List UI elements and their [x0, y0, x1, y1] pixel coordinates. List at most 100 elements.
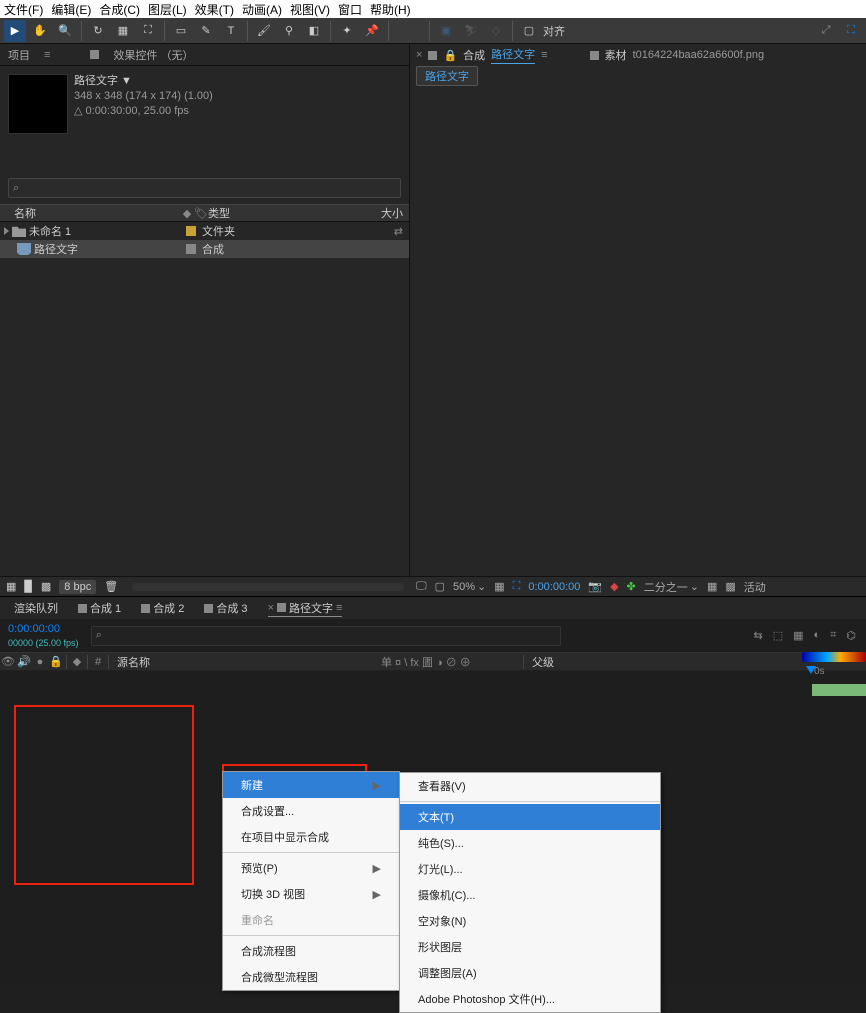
- trash-icon[interactable]: 🗑: [104, 580, 118, 593]
- grid-icon[interactable]: ▦: [707, 580, 717, 593]
- tab-comp-1[interactable]: 合成 1: [78, 600, 121, 616]
- ctx-new-camera[interactable]: 摄像机(C)...: [400, 882, 660, 908]
- project-search-input[interactable]: ⌕: [8, 178, 401, 198]
- comp-name[interactable]: 路径文字 ▼: [74, 74, 213, 89]
- project-tab[interactable]: 项目: [8, 47, 30, 63]
- ctx-new-light[interactable]: 灯光(L)...: [400, 856, 660, 882]
- snap-icon[interactable]: ▢: [518, 20, 540, 42]
- label-swatch-icon[interactable]: [186, 244, 196, 254]
- ctx-new[interactable]: 新建▶: [223, 772, 399, 798]
- frame-blend-icon[interactable]: ▦: [793, 629, 803, 642]
- graph-editor-icon[interactable]: ⌗: [830, 629, 836, 642]
- ctx-switch-3d-view[interactable]: 切换 3D 视图▶: [223, 881, 399, 907]
- viewer-comp-name[interactable]: 路径文字: [491, 46, 535, 64]
- tool-expand-icon[interactable]: ⛶: [840, 20, 862, 42]
- disclosure-icon[interactable]: [4, 227, 9, 235]
- monitor-icon[interactable]: 🖵: [416, 580, 427, 593]
- viewer-canvas[interactable]: [410, 86, 866, 576]
- zoom-tool-icon[interactable]: 🔍: [54, 20, 76, 42]
- shy-icon[interactable]: ⇆: [754, 629, 763, 642]
- eye-col-icon[interactable]: 👁: [0, 655, 16, 668]
- roto-tool-icon[interactable]: ✦: [336, 20, 358, 42]
- channel-green-icon[interactable]: ✤: [627, 580, 636, 593]
- display-icon[interactable]: ▢: [435, 580, 445, 593]
- brain-icon[interactable]: ⌬: [846, 629, 856, 642]
- timeline-timecode[interactable]: 0:00:00:0000000 (25.00 fps): [0, 622, 87, 650]
- project-row-comp[interactable]: 路径文字 合成: [0, 240, 409, 258]
- tab-comp-path[interactable]: ×路径文字≡: [268, 600, 343, 617]
- time-navigator[interactable]: [802, 652, 866, 662]
- new-comp-icon[interactable]: ▩: [41, 580, 51, 593]
- playhead-icon[interactable]: [806, 666, 816, 678]
- fx-tab[interactable]: 效果控件 （无）: [113, 47, 193, 63]
- num-col-icon[interactable]: #: [90, 656, 106, 668]
- ctx-flowchart[interactable]: 合成流程图: [223, 938, 399, 964]
- new-folder-icon[interactable]: ▉: [24, 580, 32, 593]
- roi-icon[interactable]: ⛶: [513, 580, 521, 593]
- channel-red-icon[interactable]: ◆: [610, 580, 618, 593]
- work-area-bar[interactable]: [812, 684, 866, 696]
- snapshot-icon[interactable]: 📷: [588, 580, 602, 593]
- hand-tool-icon[interactable]: ✋: [29, 20, 51, 42]
- timeline-search-input[interactable]: ⌕: [91, 626, 561, 646]
- comp-thumbnail[interactable]: [8, 74, 68, 134]
- ctx-comp-settings[interactable]: 合成设置...: [223, 798, 399, 824]
- col-label-icon[interactable]: ◆: [180, 207, 194, 220]
- brush-tool-icon[interactable]: 🖌: [253, 20, 275, 42]
- text-tool-icon[interactable]: T: [220, 20, 242, 42]
- zoom-dropdown[interactable]: 50%⌄: [453, 580, 486, 593]
- ctx-new-ps-file[interactable]: Adobe Photoshop 文件(H)...: [400, 986, 660, 1012]
- menu-effect[interactable]: 效果(T): [195, 1, 234, 18]
- rotate-tool-icon[interactable]: ↻: [87, 20, 109, 42]
- flowchart-pill[interactable]: 路径文字: [416, 66, 478, 86]
- audio-col-icon[interactable]: 🔊: [16, 655, 32, 668]
- ctx-new-shape[interactable]: 形状图层: [400, 934, 660, 960]
- ctx-mini-flowchart[interactable]: 合成微型流程图: [223, 964, 399, 990]
- menu-anim[interactable]: 动画(A): [242, 1, 282, 18]
- ctx-new-adjustment[interactable]: 调整图层(A): [400, 960, 660, 986]
- track-tool-icon[interactable]: ⛶: [137, 20, 159, 42]
- flow-icon[interactable]: ⇄: [394, 225, 409, 238]
- pin-tool-icon[interactable]: 📌: [361, 20, 383, 42]
- source-name-col[interactable]: 源名称: [111, 654, 381, 670]
- rect-tool-icon[interactable]: ▭: [170, 20, 192, 42]
- lock-icon[interactable]: 🔒: [443, 49, 457, 62]
- tab-comp-2[interactable]: 合成 2: [141, 600, 184, 616]
- eraser-tool-icon[interactable]: ◧: [303, 20, 325, 42]
- fit-icon[interactable]: ▦: [494, 580, 504, 593]
- menu-window[interactable]: 窗口: [338, 1, 362, 18]
- menu-layer[interactable]: 图层(L): [148, 1, 187, 18]
- ctx-reveal-in-project[interactable]: 在项目中显示合成: [223, 824, 399, 850]
- viewer-timecode[interactable]: 0:00:00:00: [528, 581, 580, 593]
- project-row-folder[interactable]: 未命名 1 文件夹 ⇄: [0, 222, 409, 240]
- motion-blur-icon[interactable]: ◐: [814, 629, 821, 642]
- pen-tool-icon[interactable]: ✎: [195, 20, 217, 42]
- switches-col[interactable]: 单 ¤ \ fx 圕 ◑ ⊘ ⊕: [381, 654, 521, 670]
- tab-render-queue[interactable]: 渲染队列: [14, 600, 58, 616]
- label-col-icon[interactable]: ◆: [69, 655, 85, 668]
- camera-tool-icon[interactable]: ▦: [112, 20, 134, 42]
- label-swatch-icon[interactable]: [186, 226, 196, 236]
- col-type[interactable]: 类型: [208, 205, 369, 221]
- tool-fit-icon[interactable]: ⤢: [815, 20, 837, 42]
- parent-col[interactable]: 父级: [526, 654, 554, 670]
- close-tab-icon[interactable]: ×: [416, 49, 422, 61]
- ctx-new-viewer[interactable]: 查看器(V): [400, 773, 660, 799]
- viewer-footage-name[interactable]: t0164224baa62a6600f.png: [633, 49, 765, 61]
- selection-tool-icon[interactable]: ▶: [4, 20, 26, 42]
- guides-icon[interactable]: ▩: [725, 580, 735, 593]
- interpret-icon[interactable]: ▦: [6, 580, 16, 593]
- bpc-toggle[interactable]: 8 bpc: [59, 580, 96, 594]
- col-tag-icon[interactable]: 🏷: [194, 207, 208, 220]
- ctx-new-null[interactable]: 空对象(N): [400, 908, 660, 934]
- menu-help[interactable]: 帮助(H): [370, 1, 411, 18]
- ctx-preview[interactable]: 预览(P)▶: [223, 855, 399, 881]
- ctx-new-text[interactable]: 文本(T): [400, 804, 660, 830]
- col-name[interactable]: 名称: [0, 205, 180, 221]
- stamp-tool-icon[interactable]: ⚲: [278, 20, 300, 42]
- resolution-dropdown[interactable]: 二分之一⌄: [644, 579, 699, 595]
- draft3d-icon[interactable]: ⬚: [773, 629, 783, 642]
- menu-file[interactable]: 文件(F): [4, 1, 43, 18]
- solo-col-icon[interactable]: ●: [32, 656, 48, 668]
- lock-col-icon[interactable]: 🔒: [48, 655, 64, 668]
